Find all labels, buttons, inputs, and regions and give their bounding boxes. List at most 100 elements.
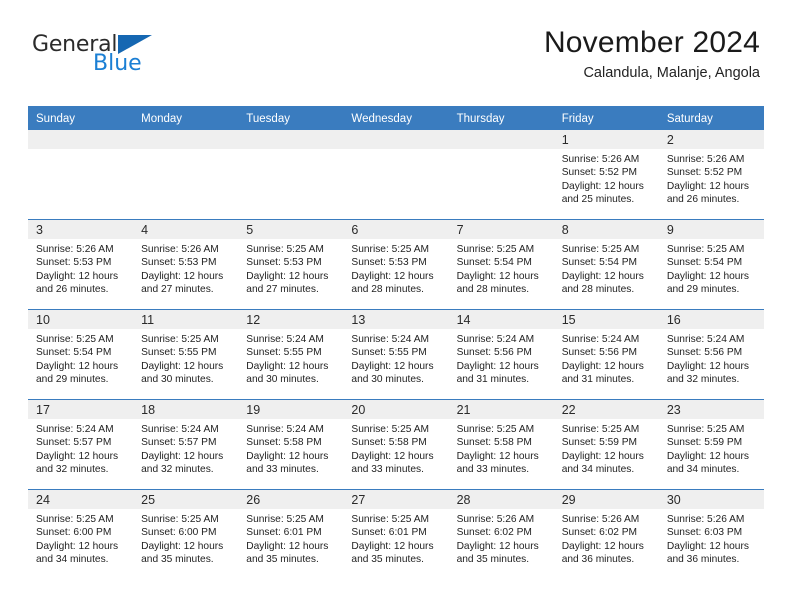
calendar-day-cell[interactable]: 25 Sunrise: 5:25 AM Sunset: 6:00 PM Dayligh… — [133, 489, 239, 579]
calendar-day-cell[interactable]: 13 Sunrise: 5:24 AM Sunset: 5:55 PM Dayligh… — [343, 309, 449, 399]
calendar-day-cell[interactable]: 6 Sunrise: 5:25 AM Sunset: 5:53 PM Daylight… — [343, 219, 449, 309]
calendar-day-cell[interactable]: 16 Sunrise: 5:24 AM Sunset: 5:56 PM Dayligh… — [658, 309, 764, 399]
day-number-band: 15 — [553, 310, 659, 329]
sunset-text: Sunset: 5:52 PM — [561, 167, 638, 179]
daylight-text-line2: and 33 minutes. — [351, 464, 424, 476]
day-details: Sunrise: 5:26 AM Sunset: 6:02 PM Daylight:… — [449, 509, 554, 567]
calendar-day-cell[interactable]: 23 Sunrise: 5:25 AM Sunset: 5:59 PM Dayligh… — [658, 399, 764, 489]
daylight-text-line2: and 35 minutes. — [141, 554, 214, 566]
weekday-header-saturday: Saturday — [666, 113, 713, 125]
daylight-text-line1: Daylight: 12 hours — [246, 540, 329, 552]
calendar-day-cell[interactable]: 26 Sunrise: 5:25 AM Sunset: 6:01 PM Dayligh… — [238, 489, 344, 579]
calendar-day-cell[interactable]: 30 Sunrise: 5:26 AM Sunset: 6:03 PM Dayligh… — [658, 489, 764, 579]
daylight-text-line1: Daylight: 12 hours — [141, 540, 224, 552]
sunset-text: Sunset: 5:53 PM — [246, 257, 322, 269]
calendar-day-cell[interactable]: 28 Sunrise: 5:26 AM Sunset: 6:02 PM Dayligh… — [448, 489, 554, 579]
day-number-band: 21 — [448, 400, 554, 419]
day-details: Sunrise: 5:25 AM Sunset: 6:00 PM Daylight:… — [133, 509, 238, 567]
calendar-day-cell[interactable]: 20 Sunrise: 5:25 AM Sunset: 5:58 PM Dayligh… — [343, 399, 449, 489]
sunset-text: Sunset: 5:56 PM — [666, 347, 743, 359]
day-number: 17 — [36, 403, 50, 417]
sunset-text: Sunset: 6:00 PM — [36, 527, 112, 539]
sunset-text: Sunset: 6:01 PM — [351, 527, 427, 539]
calendar-day-cell[interactable]: 8 Sunrise: 5:25 AM Sunset: 5:54 PM Daylight… — [553, 219, 659, 309]
calendar-day-cell[interactable]: 4 Sunrise: 5:26 AM Sunset: 5:53 PM Daylight… — [133, 219, 239, 309]
daylight-text-line1: Daylight: 12 hours — [456, 540, 539, 552]
calendar-day-cell[interactable]: 24 Sunrise: 5:25 AM Sunset: 6:00 PM Dayligh… — [28, 489, 134, 579]
calendar-day-cell[interactable]: 1 Sunrise: 5:26 AM Sunset: 5:52 PM Daylight… — [553, 129, 659, 219]
sunset-text: Sunset: 5:59 PM — [561, 437, 638, 449]
daylight-text-line1: Daylight: 12 hours — [36, 450, 119, 462]
calendar-day-cell[interactable]: 27 Sunrise: 5:25 AM Sunset: 6:01 PM Dayligh… — [343, 489, 449, 579]
calendar-day-cell[interactable]: 11 Sunrise: 5:25 AM Sunset: 5:55 PM Dayligh… — [133, 309, 239, 399]
daylight-text-line1: Daylight: 12 hours — [246, 450, 329, 462]
calendar-day-cell[interactable]: 10 Sunrise: 5:25 AM Sunset: 5:54 PM Dayligh… — [28, 309, 134, 399]
sunset-text: Sunset: 5:53 PM — [141, 257, 217, 269]
day-details: Sunrise: 5:26 AM Sunset: 5:53 PM Daylight:… — [133, 239, 238, 297]
calendar-day-cell[interactable]: 21 Sunrise: 5:25 AM Sunset: 5:58 PM Dayligh… — [448, 399, 554, 489]
calendar-day-cell[interactable]: 14 Sunrise: 5:24 AM Sunset: 5:56 PM Dayligh… — [448, 309, 554, 399]
day-number: 8 — [561, 223, 569, 237]
daylight-text-line2: and 25 minutes. — [561, 194, 635, 206]
general-blue-logo[interactable]: General Blue — [32, 32, 182, 84]
day-number: 22 — [561, 403, 576, 417]
sunrise-text: Sunrise: 5:24 AM — [36, 424, 114, 435]
calendar-day-cell[interactable]: 3 Sunrise: 5:26 AM Sunset: 5:53 PM Daylight… — [28, 219, 134, 309]
calendar-day-cell[interactable]: 9 Sunrise: 5:25 AM Sunset: 5:54 PM Daylight… — [658, 219, 764, 309]
calendar-day-cell[interactable]: 17 Sunrise: 5:24 AM Sunset: 5:57 PM Dayligh… — [28, 399, 134, 489]
day-number-band: 7 — [448, 220, 554, 239]
sunrise-text: Sunrise: 5:24 AM — [561, 334, 640, 345]
sunrise-text: Sunrise: 5:25 AM — [666, 244, 745, 255]
calendar-cell-empty — [133, 129, 239, 219]
calendar-day-cell[interactable]: 2 Sunrise: 5:26 AM Sunset: 5:52 PM Daylight… — [658, 129, 764, 219]
calendar-day-cell[interactable]: 12 Sunrise: 5:24 AM Sunset: 5:55 PM Dayligh… — [238, 309, 344, 399]
daylight-text-line2: and 32 minutes. — [666, 374, 740, 386]
sunset-text: Sunset: 5:54 PM — [561, 257, 638, 269]
sunrise-text: Sunrise: 5:25 AM — [561, 424, 640, 435]
day-number: 4 — [141, 223, 149, 237]
day-number: 18 — [141, 403, 156, 417]
sunrise-text: Sunrise: 5:24 AM — [666, 334, 745, 345]
daylight-text-line1: Daylight: 12 hours — [561, 180, 644, 192]
title-block: November 2024 Calandula, Malanje, Angola — [544, 26, 760, 82]
calendar-day-cell[interactable]: 15 Sunrise: 5:24 AM Sunset: 5:56 PM Dayligh… — [553, 309, 659, 399]
weekday-header-friday: Friday — [561, 113, 594, 125]
daylight-text-line1: Daylight: 12 hours — [666, 270, 749, 282]
day-number-band: 8 — [553, 220, 659, 239]
sunrise-text: Sunrise: 5:26 AM — [666, 514, 745, 525]
sunrise-text: Sunrise: 5:24 AM — [246, 334, 324, 345]
calendar-day-cell[interactable]: 5 Sunrise: 5:25 AM Sunset: 5:53 PM Daylight… — [238, 219, 344, 309]
calendar-day-cell[interactable]: 7 Sunrise: 5:25 AM Sunset: 5:54 PM Daylight… — [448, 219, 554, 309]
calendar-page: General Blue November 2024 Calandula, Ma… — [0, 0, 792, 612]
calendar-day-cell[interactable]: 22 Sunrise: 5:25 AM Sunset: 5:59 PM Dayligh… — [553, 399, 659, 489]
day-details: Sunrise: 5:26 AM Sunset: 5:52 PM Daylight:… — [554, 149, 659, 207]
daylight-text-line2: and 36 minutes. — [666, 554, 740, 566]
daylight-text-line2: and 34 minutes. — [36, 554, 109, 566]
day-details: Sunrise: 5:25 AM Sunset: 5:59 PM Daylight:… — [659, 419, 764, 477]
calendar-cell-empty — [448, 129, 554, 219]
day-number: 30 — [666, 493, 681, 507]
calendar-week-row: 24 Sunrise: 5:25 AM Sunset: 6:00 PM Dayligh… — [28, 489, 764, 579]
daylight-text-line1: Daylight: 12 hours — [246, 270, 329, 282]
day-details: Sunrise: 5:26 AM Sunset: 6:02 PM Daylight:… — [554, 509, 659, 567]
daylight-text-line1: Daylight: 12 hours — [666, 540, 749, 552]
sunset-text: Sunset: 5:58 PM — [351, 437, 427, 449]
daylight-text-line2: and 30 minutes. — [141, 374, 214, 386]
calendar-grid: Sunday Monday Tuesday Wednesday Thursday Frid… — [28, 106, 764, 579]
calendar-day-cell[interactable]: 18 Sunrise: 5:24 AM Sunset: 5:57 PM Dayligh… — [133, 399, 239, 489]
sunset-text: Sunset: 5:59 PM — [666, 437, 743, 449]
daylight-text-line2: and 35 minutes. — [246, 554, 319, 566]
sunrise-text: Sunrise: 5:25 AM — [141, 514, 219, 525]
daylight-text-line1: Daylight: 12 hours — [561, 270, 644, 282]
day-number: 9 — [666, 223, 674, 237]
calendar-day-cell[interactable]: 29 Sunrise: 5:26 AM Sunset: 6:02 PM Dayligh… — [553, 489, 659, 579]
calendar-weeks: 1 Sunrise: 5:26 AM Sunset: 5:52 PM Daylight… — [28, 129, 764, 579]
day-number-band: 27 — [343, 490, 449, 509]
daylight-text-line2: and 34 minutes. — [666, 464, 740, 476]
daylight-text-line1: Daylight: 12 hours — [36, 270, 119, 282]
sunrise-text: Sunrise: 5:25 AM — [246, 244, 324, 255]
daylight-text-line2: and 27 minutes. — [246, 284, 319, 296]
day-details: Sunrise: 5:24 AM Sunset: 5:56 PM Daylight:… — [554, 329, 659, 387]
daylight-text-line1: Daylight: 12 hours — [666, 360, 749, 372]
calendar-day-cell[interactable]: 19 Sunrise: 5:24 AM Sunset: 5:58 PM Dayligh… — [238, 399, 344, 489]
